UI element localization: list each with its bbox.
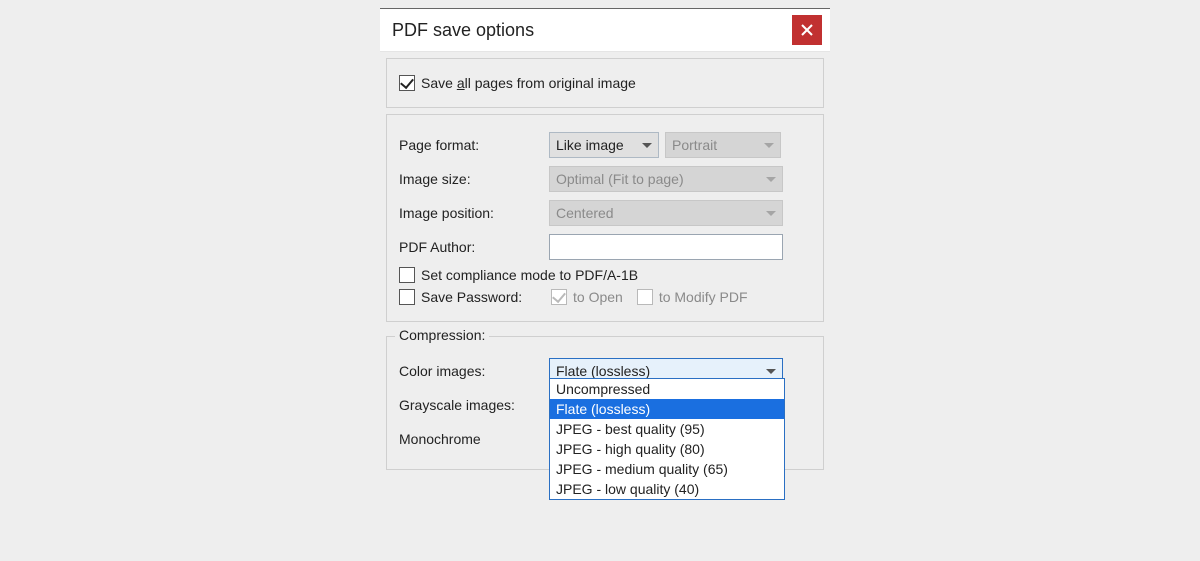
chevron-down-icon xyxy=(764,143,774,148)
pdf-save-options-dialog: PDF save options Save all pages from ori… xyxy=(380,8,830,476)
close-button[interactable] xyxy=(792,15,822,45)
save-all-pages-group: Save all pages from original image xyxy=(386,58,824,108)
color-images-option[interactable]: JPEG - low quality (40) xyxy=(550,479,784,499)
color-images-option[interactable]: JPEG - high quality (80) xyxy=(550,439,784,459)
pdf-author-label: PDF Author: xyxy=(399,239,549,255)
chevron-down-icon xyxy=(766,177,776,182)
color-images-option[interactable]: JPEG - best quality (95) xyxy=(550,419,784,439)
image-size-label: Image size: xyxy=(399,171,549,187)
password-to-open-checkbox xyxy=(551,289,567,305)
password-to-modify-checkbox xyxy=(637,289,653,305)
chevron-down-icon xyxy=(766,369,776,374)
color-images-option[interactable]: Flate (lossless) xyxy=(550,399,784,419)
pdf-author-input[interactable] xyxy=(549,234,783,260)
chevron-down-icon xyxy=(642,143,652,148)
save-all-pages-checkbox[interactable] xyxy=(399,75,415,91)
close-icon xyxy=(801,24,813,36)
orientation-select: Portrait xyxy=(665,132,781,158)
page-format-label: Page format: xyxy=(399,137,549,153)
page-format-select[interactable]: Like image xyxy=(549,132,659,158)
compliance-label: Set compliance mode to PDF/A-1B xyxy=(421,267,638,283)
monochrome-label: Monochrome xyxy=(399,431,549,447)
color-images-option[interactable]: JPEG - medium quality (65) xyxy=(550,459,784,479)
dialog-body: Save all pages from original image Page … xyxy=(380,51,830,476)
image-position-label: Image position: xyxy=(399,205,549,221)
save-all-pages-label: Save all pages from original image xyxy=(421,75,636,91)
page-settings-group: Page format: Like image Portrait Image s… xyxy=(386,114,824,322)
password-to-modify-label: to Modify PDF xyxy=(659,289,748,305)
grayscale-images-label: Grayscale images: xyxy=(399,397,549,413)
compliance-checkbox[interactable] xyxy=(399,267,415,283)
image-position-select: Centered xyxy=(549,200,783,226)
save-password-checkbox[interactable] xyxy=(399,289,415,305)
titlebar: PDF save options xyxy=(380,9,830,51)
dialog-title: PDF save options xyxy=(392,20,792,41)
chevron-down-icon xyxy=(766,211,776,216)
password-to-open-label: to Open xyxy=(573,289,623,305)
color-images-option[interactable]: Uncompressed xyxy=(550,379,784,399)
image-size-select: Optimal (Fit to page) xyxy=(549,166,783,192)
compression-legend: Compression: xyxy=(395,327,489,343)
compression-group: Compression: Color images: Flate (lossle… xyxy=(386,336,824,470)
color-images-label: Color images: xyxy=(399,363,549,379)
color-images-dropdown[interactable]: UncompressedFlate (lossless)JPEG - best … xyxy=(549,378,785,500)
save-password-label: Save Password: xyxy=(421,289,551,305)
